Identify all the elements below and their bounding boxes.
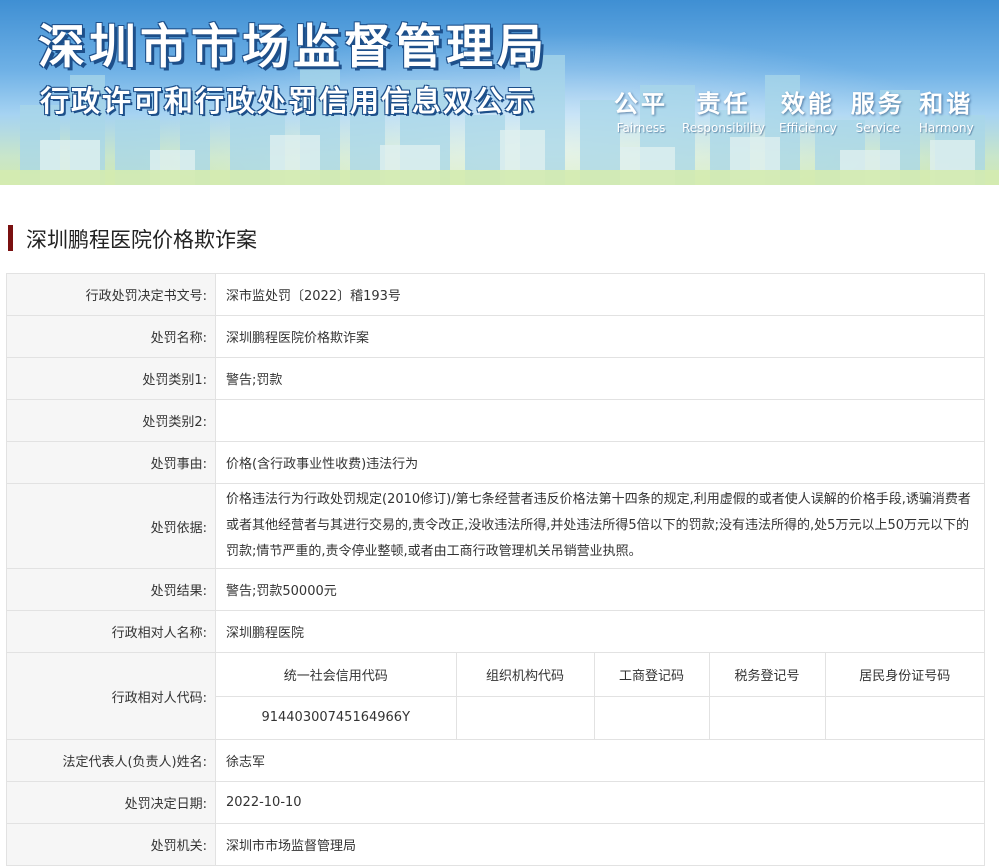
row-value: 深圳市市场监督管理局 — [215, 823, 985, 866]
value-fairness: 公平 Fairness — [614, 84, 668, 135]
code-header: 组织机构代码 — [455, 653, 595, 697]
table-row-basis: 处罚依据: 价格违法行为行政处罚规定(2010修订)/第七条经营者违反价格法第十… — [6, 483, 985, 569]
row-value: 徐志军 — [215, 739, 985, 782]
value-harmony: 和谐 Harmony — [919, 84, 974, 135]
row-value: 价格(含行政事业性收费)违法行为 — [215, 441, 985, 484]
value-en: Service — [855, 121, 900, 135]
row-label: 处罚事由: — [6, 441, 216, 484]
party-code-cell: 统一社会信用代码 组织机构代码 工商登记码 税务登记号 居民身份证号码 9144… — [215, 652, 985, 740]
code-header: 居民身份证号码 — [824, 653, 984, 697]
row-label: 法定代表人(负责人)姓名: — [6, 739, 216, 782]
table-row-decision-no: 行政处罚决定书文号: 深市监处罚〔2022〕稽193号 — [6, 273, 985, 316]
value-cn: 效能 — [780, 90, 835, 118]
value-cn: 服务 — [850, 90, 905, 118]
row-label: 处罚机关: — [6, 823, 216, 866]
value-en: Harmony — [918, 121, 974, 135]
code-header: 工商登记码 — [593, 653, 710, 697]
row-label: 处罚决定日期: — [6, 781, 216, 824]
row-label: 处罚名称: — [6, 315, 216, 358]
row-value: 2022-10-10 — [215, 781, 985, 824]
code-value — [824, 695, 984, 739]
core-values: 公平 Fairness 责任 Responsibility 效能 Efficie… — [614, 84, 988, 135]
party-code-table: 统一社会信用代码 组织机构代码 工商登记码 税务登记号 居民身份证号码 9144… — [216, 653, 984, 739]
table-row-result: 处罚结果: 警告;罚款50000元 — [6, 568, 985, 611]
row-label: 行政相对人代码: — [6, 652, 216, 740]
row-value: 警告;罚款50000元 — [215, 568, 985, 611]
row-label: 处罚结果: — [6, 568, 216, 611]
row-value — [215, 399, 985, 442]
row-value: 深市监处罚〔2022〕稽193号 — [215, 273, 985, 316]
row-label: 行政相对人名称: — [6, 610, 216, 653]
code-value — [455, 695, 595, 739]
banner-subtitle: 行政许可和行政处罚信用信息双公示 — [40, 84, 537, 118]
value-cn: 公平 — [614, 90, 668, 118]
code-value — [593, 695, 710, 739]
code-header: 统一社会信用代码 — [216, 653, 457, 697]
code-header-row: 统一社会信用代码 组织机构代码 工商登记码 税务登记号 居民身份证号码 — [216, 653, 984, 697]
penalty-info-table: 行政处罚决定书文号: 深市监处罚〔2022〕稽193号 处罚名称: 深圳鹏程医院… — [6, 273, 985, 866]
code-value: 91440300745164966Y — [216, 695, 457, 739]
value-service: 服务 Service — [851, 84, 905, 135]
table-row-category2: 处罚类别2: — [6, 399, 985, 442]
value-en: Efficiency — [779, 121, 837, 135]
value-responsibility: 责任 Responsibility — [682, 84, 765, 135]
case-title: 深圳鹏程医院价格欺诈案 — [26, 228, 257, 252]
table-row-reason: 处罚事由: 价格(含行政事业性收费)违法行为 — [6, 441, 985, 484]
value-en: Fairness — [616, 121, 666, 135]
header-banner: 深圳市市场监督管理局 行政许可和行政处罚信用信息双公示 公平 Fairness … — [0, 0, 999, 185]
row-label: 处罚依据: — [6, 483, 216, 569]
banner-title: 深圳市市场监督管理局 — [38, 20, 548, 75]
table-row-authority: 处罚机关: 深圳市市场监督管理局 — [6, 823, 985, 866]
heading-accent-bar — [8, 225, 13, 251]
row-value: 警告;罚款 — [215, 357, 985, 400]
code-value-row: 91440300745164966Y — [216, 695, 984, 739]
row-label: 处罚类别1: — [6, 357, 216, 400]
case-heading: 深圳鹏程医院价格欺诈案 — [0, 185, 999, 271]
table-row-decision-date: 处罚决定日期: 2022-10-10 — [6, 781, 985, 824]
table-row-party-code: 行政相对人代码: 统一社会信用代码 组织机构代码 工商登记码 税务登记号 居民身… — [6, 652, 985, 740]
table-row-legal-rep: 法定代表人(负责人)姓名: 徐志军 — [6, 739, 985, 782]
value-cn: 责任 — [696, 90, 751, 118]
code-header: 税务登记号 — [708, 653, 826, 697]
value-cn: 和谐 — [919, 90, 974, 118]
table-row-category1: 处罚类别1: 警告;罚款 — [6, 357, 985, 400]
row-label: 处罚类别2: — [6, 399, 216, 442]
value-en: Responsibility — [682, 121, 766, 135]
value-efficiency: 效能 Efficiency — [779, 84, 837, 135]
row-value: 价格违法行为行政处罚规定(2010修订)/第七条经营者违反价格法第十四条的规定,… — [215, 483, 985, 569]
row-label: 行政处罚决定书文号: — [6, 273, 216, 316]
table-row-penalty-name: 处罚名称: 深圳鹏程医院价格欺诈案 — [6, 315, 985, 358]
code-value — [708, 695, 826, 739]
row-value: 深圳鹏程医院 — [215, 610, 985, 653]
row-value: 深圳鹏程医院价格欺诈案 — [215, 315, 985, 358]
table-row-party-name: 行政相对人名称: 深圳鹏程医院 — [6, 610, 985, 653]
